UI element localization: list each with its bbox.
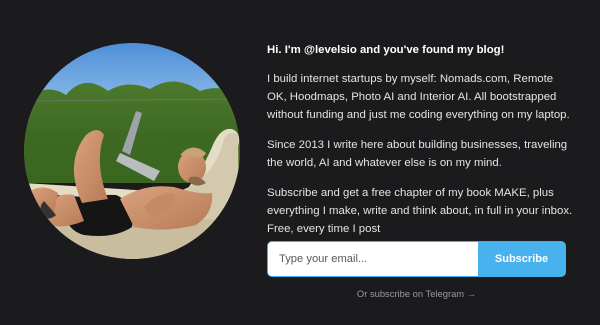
email-input[interactable] [268,242,478,276]
blog-header: Hi. I'm @levelsio and you've found my bl… [0,0,600,325]
author-photo-illustration [24,43,240,259]
blog-headline: Hi. I'm @levelsio and you've found my bl… [267,44,505,56]
subscribe-button[interactable]: Subscribe [478,242,565,276]
telegram-subscribe-link[interactable]: Or subscribe on Telegram → [267,288,566,299]
intro-paragraph-startups: I build internet startups by myself: Nom… [267,73,570,121]
subscribe-form: Subscribe [267,241,566,277]
intro-section: Hi. I'm @levelsio and you've found my bl… [267,42,575,250]
author-photo [24,43,240,259]
intro-paragraph-subscribe: Subscribe and get a free chapter of my b… [267,187,573,235]
intro-paragraph-writing: Since 2013 I write here about building b… [267,139,568,169]
